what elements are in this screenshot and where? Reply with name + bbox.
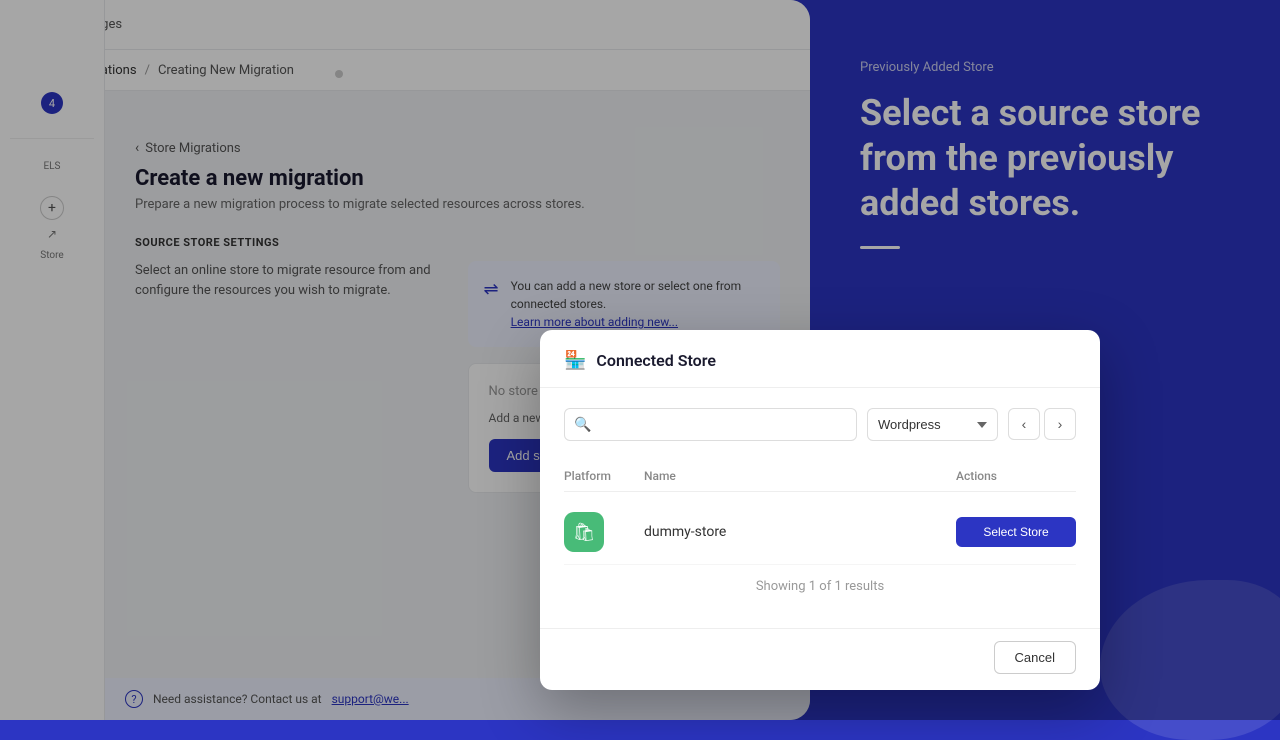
select-store-button[interactable]: Select Store: [956, 517, 1076, 547]
modal-footer: Cancel: [540, 628, 1100, 690]
platform-select[interactable]: Wordpress Shopify WooCommerce: [867, 408, 998, 441]
search-icon: 🔍: [574, 417, 591, 433]
next-page-button[interactable]: ›: [1044, 408, 1076, 440]
col-platform-label: Platform: [564, 469, 644, 483]
col-name-label: Name: [644, 469, 956, 483]
search-filter-row: 🔍 Wordpress Shopify WooCommerce ‹ ›: [564, 408, 1076, 441]
modal-body: 🔍 Wordpress Shopify WooCommerce ‹ › Plat…: [540, 388, 1100, 628]
prev-page-button[interactable]: ‹: [1008, 408, 1040, 440]
search-input[interactable]: [564, 408, 857, 441]
store-name: dummy-store: [644, 524, 956, 540]
modal-header: 🏪 Connected Store: [540, 330, 1100, 388]
modal-connected-store: 🏪 Connected Store 🔍 Wordpress Shopify Wo…: [540, 330, 1100, 690]
modal-overlay[interactable]: 🏪 Connected Store 🔍 Wordpress Shopify Wo…: [0, 0, 1280, 720]
modal-store-icon: 🏪: [564, 350, 586, 371]
table-row: 🛍 dummy-store Select Store: [564, 500, 1076, 565]
results-text: Showing 1 of 1 results: [564, 565, 1076, 608]
modal-title: Connected Store: [596, 351, 716, 370]
table-header: Platform Name Actions: [564, 461, 1076, 492]
cancel-button[interactable]: Cancel: [994, 641, 1076, 674]
col-actions-label: Actions: [956, 469, 1076, 483]
nav-buttons: ‹ ›: [1008, 408, 1076, 441]
store-logo: 🛍: [564, 512, 604, 552]
search-input-wrap: 🔍: [564, 408, 857, 441]
